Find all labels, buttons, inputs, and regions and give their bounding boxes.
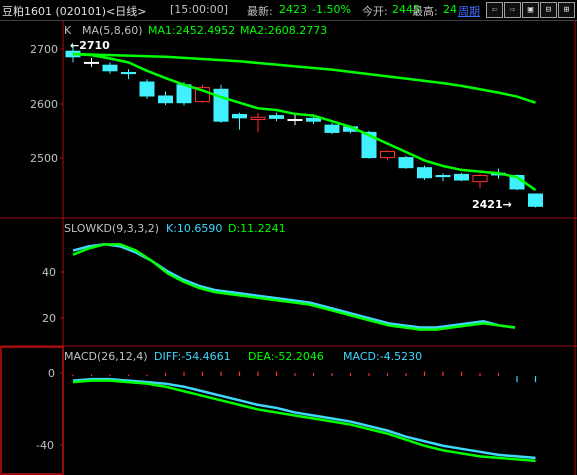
candle <box>380 150 395 161</box>
price-tick-2700: 2700 <box>30 43 58 56</box>
kd-k-value: K:10.6590 <box>166 222 222 235</box>
candle <box>398 155 414 169</box>
low-marker: 2421→ <box>472 198 512 211</box>
candle <box>417 165 432 180</box>
macd-legend: MACD(26,12,4) <box>64 350 148 363</box>
candle <box>84 57 99 67</box>
price-tick-2500: 2500 <box>30 152 58 165</box>
macd-hist-value: MACD:-4.5230 <box>343 350 422 363</box>
macd-diff-value: DIFF:-54.4661 <box>154 350 231 363</box>
chart-area[interactable]: K MA(5,8,60) MA1:2452.4952 MA2:2608.2773… <box>0 0 577 475</box>
macd-dea-value: DEA:-52.2046 <box>248 350 324 363</box>
macd-diff-line <box>72 377 536 460</box>
price-tick-2600: 2600 <box>30 98 58 111</box>
candle <box>435 173 451 182</box>
macd-tick-neg40: -40 <box>36 439 54 452</box>
k-legend: K <box>64 24 72 37</box>
kd-k-line <box>72 243 516 329</box>
kd-d-value: D:11.2241 <box>228 222 286 235</box>
candle <box>158 91 173 105</box>
ma1-line <box>72 52 537 192</box>
candle <box>472 173 488 189</box>
candle <box>528 193 543 208</box>
candle <box>250 112 266 133</box>
kd-d-line <box>72 243 516 331</box>
candle <box>213 84 229 123</box>
candle <box>454 172 469 182</box>
kd-tick-20: 20 <box>42 312 56 325</box>
kd-tick-40: 40 <box>42 266 56 279</box>
ma2-legend: MA2:2608.2773 <box>240 24 327 37</box>
kd-legend: SLOWKD(9,3,3,2) <box>64 222 159 235</box>
ma1-legend: MA1:2452.4952 <box>148 24 235 37</box>
candle <box>269 112 284 122</box>
macd-tick-0: 0 <box>48 367 55 380</box>
candle <box>232 112 247 130</box>
high-marker: ←2710 <box>70 39 110 52</box>
candle <box>324 122 340 135</box>
candle <box>102 62 118 74</box>
candle <box>195 84 210 103</box>
candle <box>139 79 155 99</box>
candle <box>121 69 136 80</box>
ma-legend: MA(5,8,60) <box>82 24 143 37</box>
